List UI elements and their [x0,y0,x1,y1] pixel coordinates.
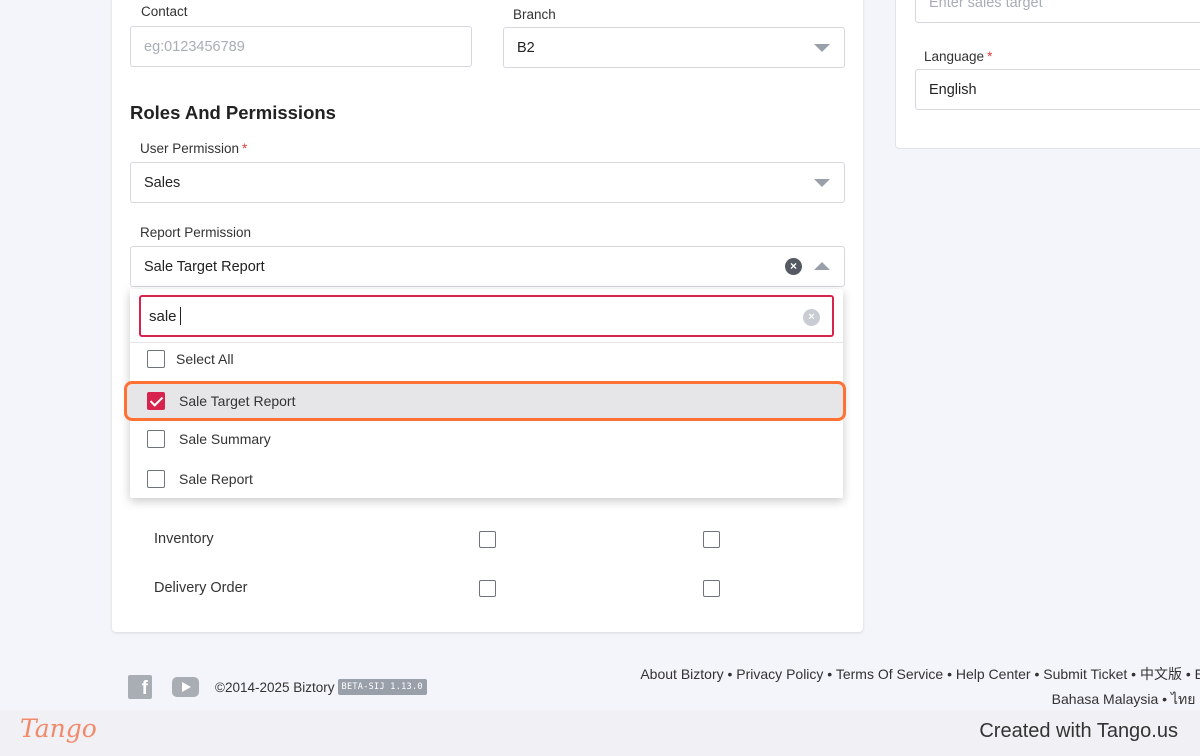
youtube-icon[interactable] [172,677,199,697]
chevron-down-icon [814,179,830,187]
user-permission-value: Sales [144,174,181,191]
option-label: Sale Summary [179,431,271,447]
report-permission-label: Report Permission [140,225,252,240]
permission-row-label: Delivery Order [154,580,248,596]
branch-select[interactable]: B2 [503,27,845,68]
option-label: Sale Report [179,471,253,487]
chevron-down-icon [814,44,830,52]
facebook-icon[interactable]: f [128,675,152,699]
footer-links-line1[interactable]: About Biztory • Privacy Policy • Terms O… [640,662,1200,687]
search-clear-icon[interactable]: × [803,309,820,326]
permission-checkbox[interactable] [479,580,496,597]
footer-copyright: ©2014-2025 Biztory BETA-SIJ 1.13.0 [215,679,427,695]
permission-checkbox[interactable] [703,531,720,548]
contact-label: Contact [141,4,188,19]
permission-checkbox[interactable] [703,580,720,597]
option-sale-summary[interactable]: Sale Summary [130,419,843,459]
search-value: sale [149,307,177,325]
option-sale-report[interactable]: Sale Report [130,459,843,499]
language-select[interactable]: English [915,69,1200,110]
permission-checkbox[interactable] [479,531,496,548]
report-permission-select[interactable]: Sale Target Report × [130,246,845,287]
branch-label: Branch [513,7,556,22]
sales-target-placeholder: Enter sales target [929,0,1043,11]
required-asterisk: * [987,49,993,64]
option-label: Sale Target Report [179,393,296,409]
dropdown-search-input[interactable]: sale × [139,295,834,337]
option-label: Select All [176,351,234,367]
chevron-up-icon[interactable] [814,262,830,270]
language-label: Language * [924,49,992,64]
sales-target-input[interactable]: Enter sales target [915,0,1200,23]
permission-row-label: Inventory [154,531,214,547]
tango-logo: Tango [20,714,97,743]
required-asterisk: * [242,141,248,156]
footer-links: About Biztory • Privacy Policy • Terms O… [640,662,1200,712]
clear-selection-icon[interactable]: × [785,258,802,275]
user-permission-select[interactable]: Sales [130,162,845,203]
checkbox[interactable] [147,430,165,448]
option-select-all[interactable]: Select All [130,339,843,379]
checkbox[interactable] [147,350,165,368]
footer-links-line2[interactable]: Bahasa Malaysia • ไทย ( [640,687,1200,712]
copyright-text: ©2014-2025 Biztory [215,679,335,695]
roles-section-title: Roles And Permissions [130,102,336,123]
report-permission-value: Sale Target Report [144,258,265,275]
tango-created-text: Created with Tango.us [979,720,1178,742]
tango-footer-bar: Tango Created with Tango.us [0,710,1200,756]
language-value: English [929,81,977,98]
checkbox[interactable] [147,470,165,488]
language-label-text: Language [924,49,985,64]
user-permission-label-text: User Permission [140,141,240,156]
text-cursor [179,307,181,325]
branch-value: B2 [517,39,535,56]
user-permission-label: User Permission * [140,141,247,156]
contact-input[interactable]: eg:0123456789 [130,26,472,67]
contact-placeholder: eg:0123456789 [144,38,245,55]
version-badge: BETA-SIJ 1.13.0 [337,679,427,695]
option-sale-target-report[interactable]: Sale Target Report [124,381,846,421]
checkbox-checked[interactable] [147,392,165,410]
